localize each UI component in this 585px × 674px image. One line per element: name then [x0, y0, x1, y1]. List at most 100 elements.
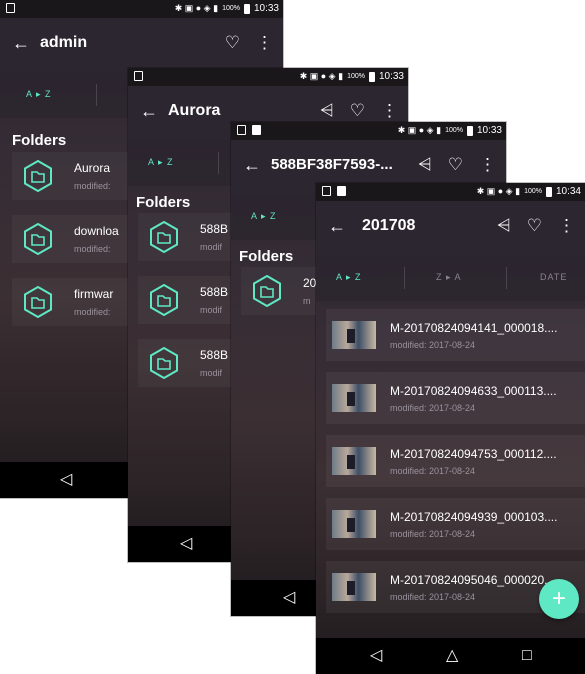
video-item[interactable]: M-20170824094939_000103.... modified: 20…	[326, 498, 585, 550]
nav-home-icon[interactable]: △	[446, 646, 458, 666]
folder-icon	[253, 275, 281, 307]
divider	[404, 267, 405, 289]
notification-icon	[237, 125, 246, 135]
battery-icon	[368, 71, 375, 82]
divider	[218, 152, 219, 174]
video-name: M-20170824094753_000112....	[390, 447, 557, 461]
nav-back-icon[interactable]: ◁	[180, 534, 192, 554]
sort-az-tab[interactable]: A ▸ Z	[26, 89, 52, 100]
share-icon[interactable]: ⩤	[418, 154, 432, 176]
battery-percent: 100%	[222, 5, 240, 12]
video-thumbnail	[332, 447, 376, 475]
folder-modified: modified:	[74, 181, 111, 191]
nav-back-icon[interactable]: ◁	[60, 470, 72, 490]
status-icons: ✱ ▣ ● ◈ ▮	[397, 125, 442, 135]
status-bar: ✱ ▣ ● ◈ ▮ 100% 10:33	[0, 0, 283, 18]
toolbar: ← admin ♡ ⋮	[0, 18, 283, 72]
folder-modified: modif	[200, 242, 223, 252]
heart-icon[interactable]: ♡	[350, 100, 365, 122]
folder-name: downloa	[74, 224, 119, 238]
battery-icon	[466, 125, 473, 136]
sort-az-tab[interactable]: A ▸ Z	[148, 157, 174, 168]
nav-back-icon[interactable]: ◁	[370, 646, 382, 666]
heart-icon[interactable]: ♡	[527, 215, 542, 237]
clock: 10:34	[555, 186, 581, 197]
notification-icon	[6, 3, 15, 13]
folder-name: 20	[303, 276, 317, 290]
nav-recent-icon[interactable]: □	[522, 646, 532, 666]
notification-icon	[134, 71, 143, 81]
back-arrow-icon[interactable]: ←	[140, 100, 158, 122]
video-modified: modified: 2017-08-24	[390, 592, 476, 602]
status-icons: ✱ ▣ ● ◈ ▮	[476, 186, 521, 196]
more-vert-icon[interactable]: ⋮	[558, 215, 575, 237]
video-name: M-20170824095046_000020...	[390, 573, 555, 587]
video-thumbnail	[332, 573, 376, 601]
video-modified: modified: 2017-08-24	[390, 466, 476, 476]
toolbar: ← 201708 ⩤ ♡ ⋮	[316, 201, 585, 255]
divider	[506, 267, 507, 289]
battery-percent: 100%	[347, 73, 365, 80]
divider	[96, 84, 97, 106]
more-vert-icon[interactable]: ⋮	[479, 154, 496, 176]
nav-bar: ◁ △ □	[316, 638, 585, 674]
video-name: M-20170824094939_000103....	[390, 510, 558, 524]
nav-back-icon[interactable]: ◁	[283, 588, 295, 608]
status-bar: ✱ ▣ ● ◈ ▮ 100% 10:33	[128, 68, 408, 86]
folder-modified: modif	[200, 305, 223, 315]
folder-modified: m	[303, 296, 311, 306]
battery-icon	[243, 3, 250, 14]
folder-icon	[150, 221, 178, 253]
video-modified: modified: 2017-08-24	[390, 529, 476, 539]
page-title: 588BF38F7593-...	[271, 156, 393, 173]
folder-icon	[24, 223, 52, 255]
clock: 10:33	[253, 3, 279, 14]
status-bar: ✱ ▣ ● ◈ ▮ 100% 10:33	[231, 122, 506, 140]
folder-name: Aurora	[74, 161, 111, 175]
image-notification-icon	[252, 125, 261, 135]
clock: 10:33	[476, 125, 502, 136]
folder-name: firmwar	[74, 287, 114, 301]
heart-icon[interactable]: ♡	[448, 154, 463, 176]
section-title: Folders	[136, 194, 191, 211]
folder-name: 588B	[200, 222, 229, 236]
share-icon[interactable]: ⩤	[497, 215, 511, 237]
sort-za-tab[interactable]: Z ▸ A	[436, 272, 462, 283]
sort-az-tab[interactable]: A ▸ Z	[336, 272, 362, 283]
back-arrow-icon[interactable]: ←	[12, 32, 30, 54]
clock: 10:33	[378, 71, 404, 82]
more-vert-icon[interactable]: ⋮	[256, 32, 273, 54]
folder-name: 588B	[200, 348, 229, 362]
screen-201708: ✱ ▣ ● ◈ ▮ 100% 10:34 ← 201708 ⩤ ♡ ⋮ A ▸ …	[316, 183, 585, 674]
add-button[interactable]: +	[539, 579, 579, 619]
video-name: M-20170824094633_000113....	[390, 384, 557, 398]
more-vert-icon[interactable]: ⋮	[381, 100, 398, 122]
section-title: Folders	[239, 248, 294, 265]
image-notification-icon	[337, 186, 346, 196]
folder-icon	[150, 347, 178, 379]
sort-date-tab[interactable]: DATE	[540, 272, 567, 282]
share-icon[interactable]: ⩤	[320, 100, 334, 122]
folder-modified: modif	[200, 368, 223, 378]
page-title: admin	[40, 34, 88, 51]
video-item[interactable]: M-20170824094141_000018.... modified: 20…	[326, 309, 585, 361]
video-thumbnail	[332, 321, 376, 349]
notification-icon	[322, 186, 331, 196]
folder-icon	[24, 286, 52, 318]
heart-icon[interactable]: ♡	[225, 32, 240, 54]
folder-icon	[150, 284, 178, 316]
video-name: M-20170824094141_000018....	[390, 321, 558, 335]
page-title: 201708	[362, 217, 416, 234]
folder-name: 588B	[200, 285, 229, 299]
video-item[interactable]: M-20170824094753_000112.... modified: 20…	[326, 435, 585, 487]
video-item[interactable]: M-20170824094633_000113.... modified: 20…	[326, 372, 585, 424]
back-arrow-icon[interactable]: ←	[243, 154, 261, 176]
status-icons: ✱ ▣ ● ◈ ▮	[299, 71, 344, 81]
battery-percent: 100%	[524, 188, 542, 195]
video-modified: modified: 2017-08-24	[390, 340, 476, 350]
sort-az-tab[interactable]: A ▸ Z	[251, 211, 277, 222]
sort-bar: A ▸ Z Z ▸ A DATE	[316, 255, 585, 301]
back-arrow-icon[interactable]: ←	[328, 215, 346, 237]
status-bar: ✱ ▣ ● ◈ ▮ 100% 10:34	[316, 183, 585, 201]
page-title: Aurora	[168, 102, 221, 119]
